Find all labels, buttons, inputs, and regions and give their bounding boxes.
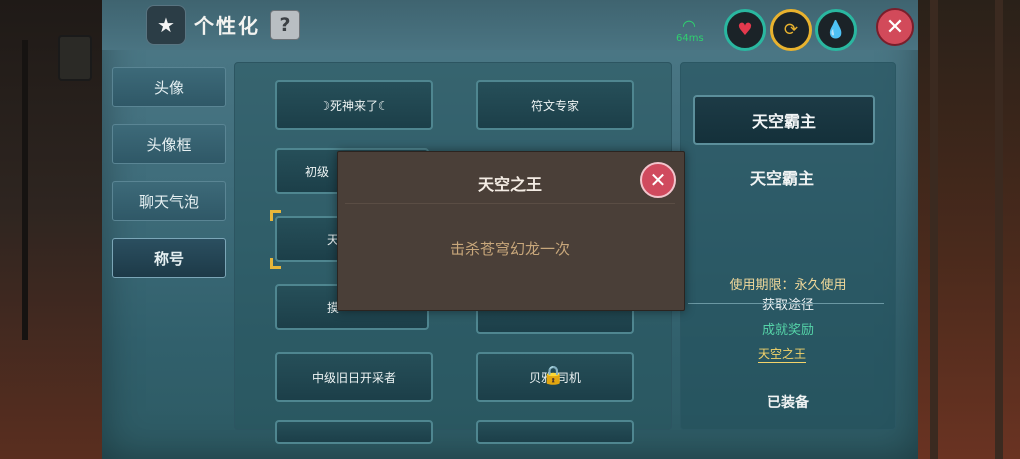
heart-icon: ♥ bbox=[737, 20, 753, 40]
heart-button[interactable]: ♥ bbox=[724, 9, 766, 51]
drop-icon: 💧 bbox=[825, 20, 847, 40]
close-icon: ✕ bbox=[649, 168, 667, 192]
title-item[interactable]: 中级旧日开采者 bbox=[275, 352, 433, 402]
title-item[interactable]: 符文专家 bbox=[476, 80, 634, 130]
swap-icon: ⟳ bbox=[783, 20, 799, 40]
help-button[interactable]: ? bbox=[270, 10, 300, 40]
lamp-pole bbox=[22, 40, 28, 340]
popup-close-button[interactable]: ✕ bbox=[640, 162, 676, 198]
tab-label: 头像框 bbox=[146, 135, 192, 154]
popup-divider bbox=[345, 203, 675, 204]
title-label: 符文专家 bbox=[530, 98, 579, 113]
title-label: 中级旧日开采者 bbox=[311, 370, 396, 385]
selection-corner bbox=[270, 258, 281, 269]
street-lamp bbox=[58, 35, 92, 81]
divider bbox=[688, 303, 884, 304]
network-status: ◠ 64ms bbox=[676, 16, 704, 44]
lock-icon: 🔒 bbox=[542, 365, 565, 386]
tab-label: 称号 bbox=[153, 249, 184, 268]
source-type: 成就奖励 bbox=[761, 323, 814, 338]
equipped-status: 已装备 bbox=[767, 395, 809, 411]
tab-avatar[interactable]: 头像 bbox=[112, 67, 226, 107]
page-title: 个性化 bbox=[194, 14, 260, 38]
wooden-beam bbox=[995, 0, 1003, 459]
detail-title-name: 天空霸主 bbox=[749, 169, 814, 188]
tab-label: 聊天气泡 bbox=[138, 192, 199, 211]
title-item[interactable] bbox=[476, 420, 634, 444]
star-icon: ★ bbox=[146, 5, 186, 45]
wifi-icon: ◠ bbox=[682, 16, 696, 35]
drop-button[interactable]: 💧 bbox=[815, 9, 857, 51]
tab-chat-bubble[interactable]: 聊天气泡 bbox=[112, 181, 226, 221]
wooden-beam bbox=[930, 0, 938, 459]
swap-button[interactable]: ⟳ bbox=[770, 9, 812, 51]
popup-description: 击杀苍穹幻龙一次 bbox=[449, 240, 570, 258]
title-label: 初级 bbox=[305, 164, 330, 179]
ping-label: 64ms bbox=[676, 33, 704, 44]
popup-title: 天空之王 bbox=[477, 175, 542, 194]
close-icon: ✕ bbox=[885, 14, 905, 40]
detail-title-label: 天空霸主 bbox=[751, 112, 816, 131]
usage-period: 使用期限：永久使用 bbox=[729, 278, 847, 293]
close-button[interactable]: ✕ bbox=[876, 8, 914, 46]
title-item[interactable] bbox=[275, 420, 433, 444]
source-link[interactable]: 天空之王 bbox=[758, 345, 807, 363]
tab-label: 头像 bbox=[153, 78, 184, 97]
selection-corner bbox=[270, 210, 281, 221]
title-label: ☽死神来了☾ bbox=[319, 98, 389, 113]
tab-title[interactable]: 称号 bbox=[112, 238, 226, 278]
tab-avatar-frame[interactable]: 头像框 bbox=[112, 124, 226, 164]
detail-title-button[interactable]: 天空霸主 bbox=[693, 95, 875, 145]
title-item[interactable]: ☽死神来了☾ bbox=[275, 80, 433, 130]
